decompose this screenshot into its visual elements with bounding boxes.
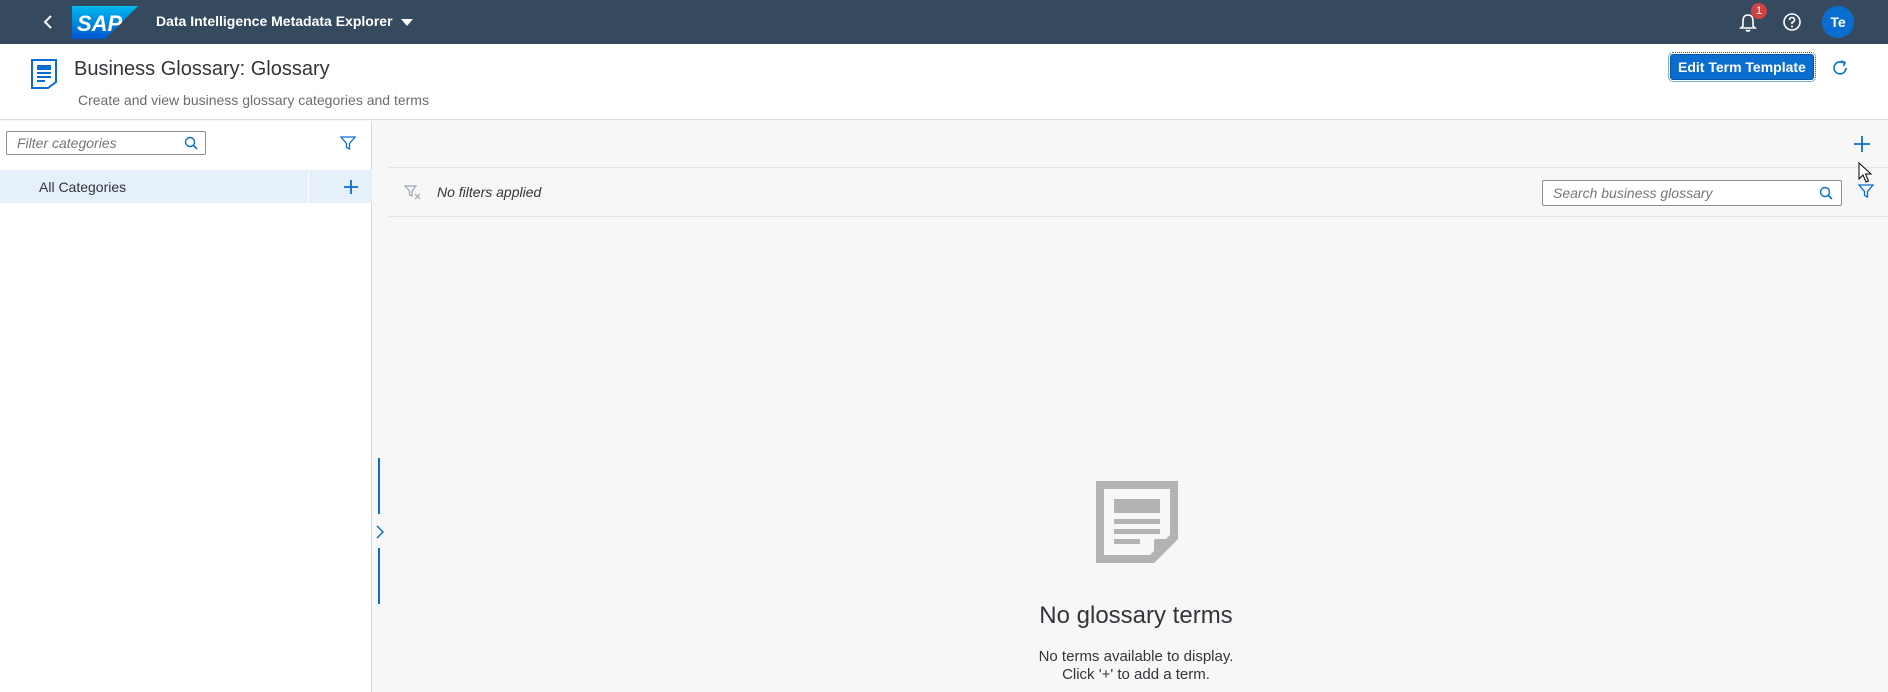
filter-funnel-icon[interactable] <box>1858 183 1874 199</box>
categories-pane: All Categories <box>0 121 372 692</box>
empty-state-line: Click '+' to add a term. <box>1062 666 1210 683</box>
mouse-cursor-icon <box>1858 162 1872 183</box>
back-icon[interactable] <box>36 10 60 34</box>
chevron-down-icon[interactable] <box>400 15 414 29</box>
page-title: Business Glossary: Glossary <box>74 58 330 80</box>
search-icon[interactable] <box>184 136 198 150</box>
notification-badge: 1 <box>1751 3 1767 19</box>
shell-bar: SAP Data Intelligence Metadata Explorer … <box>0 0 1888 44</box>
clear-filter-icon[interactable] <box>404 184 422 200</box>
sap-logo-text: SAP <box>77 11 123 36</box>
filter-status: No filters applied <box>437 184 542 200</box>
filter-funnel-icon[interactable] <box>340 135 356 151</box>
term-search-input[interactable] <box>1543 181 1809 205</box>
page-subtitle: Create and view business glossary catego… <box>78 92 429 108</box>
category-filter-field[interactable] <box>6 131 206 155</box>
splitter-bar[interactable] <box>378 548 380 604</box>
avatar[interactable]: Te <box>1822 6 1854 38</box>
empty-document-icon <box>1096 481 1178 563</box>
term-search-field[interactable] <box>1542 180 1842 206</box>
empty-state-description: No terms available to display. Click '+'… <box>936 648 1336 684</box>
filter-bar: No filters applied <box>388 168 1888 216</box>
empty-state-title: No glossary terms <box>1039 602 1233 629</box>
add-category-icon[interactable] <box>342 178 360 196</box>
app-title[interactable]: Data Intelligence Metadata Explorer <box>156 13 393 29</box>
help-icon[interactable] <box>1780 10 1804 34</box>
page-header: Business Glossary: Glossary Create and v… <box>0 44 1888 120</box>
divider <box>308 170 309 203</box>
add-term-icon[interactable] <box>1852 134 1872 154</box>
edit-term-template-button[interactable]: Edit Term Template <box>1668 52 1816 82</box>
search-icon[interactable] <box>1819 186 1833 200</box>
category-filter-input[interactable] <box>7 132 177 154</box>
splitter-bar[interactable] <box>378 458 380 514</box>
all-categories-item[interactable]: All Categories <box>0 170 372 203</box>
all-categories-label: All Categories <box>39 179 127 195</box>
divider <box>388 216 1888 217</box>
refresh-icon[interactable] <box>1828 56 1852 80</box>
glossary-icon <box>31 59 57 89</box>
chevron-right-icon[interactable] <box>374 524 386 540</box>
empty-state-line: No terms available to display. <box>1038 648 1234 665</box>
sap-logo[interactable]: SAP <box>72 6 138 39</box>
